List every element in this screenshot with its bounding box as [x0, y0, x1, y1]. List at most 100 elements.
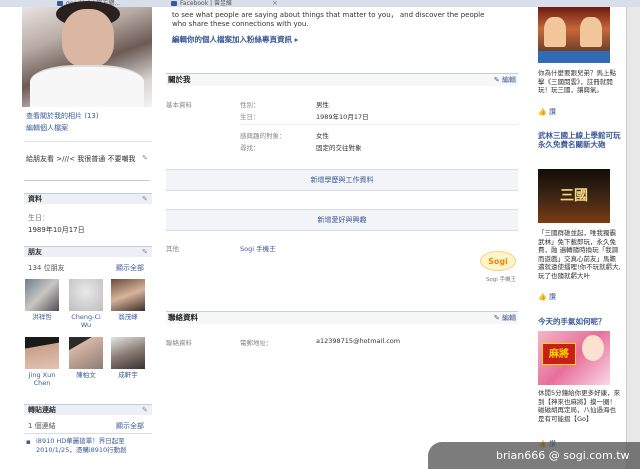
link-item[interactable]: i8910 HD華麗搶單！界日起至 2010/1/25，憑購i8910行動創 [36, 437, 152, 455]
looking-for-value: 固定的交往對象 [316, 144, 362, 152]
add-hobbies-label: 新增愛好與興趣 [317, 216, 367, 224]
contact-section-header: 聯絡資料 ✎ 編輯 [166, 311, 518, 324]
gender-label: 性別： [240, 101, 260, 109]
email-label: 電郵地址： [240, 339, 273, 347]
friend-name: 陳柏文 [76, 371, 96, 379]
ad-1-text: 你為什麼要跟兒弟？馬上點擊《三國閱雲》，註冊就開玩！玩三國，讓興氣。 [538, 69, 616, 94]
edit-profile-link[interactable]: 編輯個人檔案 [26, 123, 68, 133]
add-education-work-button[interactable]: 新增學歷與工作資料 [166, 169, 518, 191]
links-box-title: 轉貼連結 [28, 406, 56, 414]
friend-name: 翁茂峰 [118, 313, 138, 321]
ad-table-shape [538, 51, 610, 63]
vertical-scrollbar[interactable] [626, 7, 640, 469]
browser-tab-title: Facebook | 曾昱維 [180, 0, 233, 7]
edit-links-pencil-icon[interactable]: ✎ [142, 406, 148, 414]
friends-box-title: 朋友 [28, 248, 42, 256]
shirt-shape [30, 65, 144, 107]
add-education-label: 新增學歷與工作資料 [310, 176, 374, 184]
sogi-logo-caption: Sogi 手機王 [485, 277, 517, 283]
info-birthday-label: 生日： [28, 214, 49, 222]
info-box-title: 資料 [28, 195, 42, 203]
friend-item[interactable]: Jing Xun Chen [24, 337, 60, 387]
sogi-page-link[interactable]: Sogi 手機王 [240, 243, 276, 253]
about-section-header: 關於我 ✎ 編輯 [166, 73, 518, 86]
interested-in-label: 感興趣的對象： [240, 132, 286, 140]
other-label: 其他 [166, 245, 179, 253]
pencil-icon: ✎ [493, 314, 502, 322]
about-edit-link[interactable]: ✎ 編輯 [494, 74, 516, 86]
contact-edit-link[interactable]: ✎ 編輯 [494, 312, 516, 324]
ad-image-mahjong[interactable]: 麻將 [538, 331, 610, 385]
ad-2-like[interactable]: 👍 讚 [538, 292, 556, 302]
contact-info-label: 聯絡資料 [166, 339, 192, 347]
divider [24, 433, 152, 434]
birthday-label: 生日： [240, 113, 260, 121]
edit-fan-pages-link[interactable]: 編輯你的個人檔案加入粉絲專頁資訊 ▸ [172, 35, 512, 44]
links-see-all-link[interactable]: 顯示全部 [116, 421, 144, 431]
ad-figure-shape [544, 17, 566, 47]
edit-info-pencil-icon[interactable]: ✎ [142, 195, 148, 203]
friend-item[interactable]: 陳柏文 [68, 337, 104, 379]
ad-1-like[interactable]: 👍 讚 [538, 107, 556, 117]
facebook-favicon-icon [171, 1, 177, 6]
info-birthday-value: 1989年10月17日 [28, 226, 85, 234]
gender-value: 男性 [316, 101, 329, 109]
ad-mahjong-badge: 麻將 [542, 343, 576, 365]
sogi-logo[interactable]: Sogi [480, 251, 516, 271]
ad-3-image-text: 麻將 [549, 349, 569, 360]
looking-for-label: 尋找： [240, 144, 260, 152]
friend-name: 成軒宇 [118, 371, 138, 379]
links-box-header: 轉貼連結 [24, 404, 152, 415]
friend-avatar [111, 337, 145, 369]
link-item-icon: ▪ [26, 438, 31, 446]
contact-edit-label: 編輯 [502, 314, 516, 322]
ad-2-title[interactable]: 武林三國上線上學館可玩永久免費名關新大砲 [538, 131, 622, 149]
edit-status-pencil-icon[interactable]: ✎ [142, 154, 148, 162]
links-count: 1 個連結 [28, 422, 56, 430]
divider [240, 124, 518, 125]
profile-photo[interactable] [22, 1, 152, 107]
friend-name: 洪祥哲 [32, 313, 52, 321]
friend-name: Jing Xun Chen [28, 371, 56, 387]
friend-item[interactable]: 成軒宇 [110, 337, 146, 379]
browser-tab-facebook[interactable]: Facebook | 曾昱維 [170, 0, 280, 7]
ad-1-like-label: 讚 [548, 108, 556, 116]
friends-see-all-link[interactable]: 顯示全部 [116, 263, 144, 273]
ad-2-like-label: 讚 [548, 293, 556, 301]
about-title: 關於我 [168, 75, 191, 84]
friend-avatar [111, 279, 145, 311]
ad-2-text: 「三國群雄並起，唯我獨霸武林」免下載即玩，永久免費，融 遍轉隨時換玩「我調而遊戲… [538, 229, 621, 280]
status-message[interactable]: 給朋友看 >///< 我很普通 不要嘲我 [24, 153, 150, 181]
edit-friends-pencil-icon[interactable]: ✎ [142, 248, 148, 256]
friends-count: 134 位朋友 [28, 264, 65, 272]
interested-in-value: 女性 [316, 132, 329, 140]
ad-image-three-kingdoms-1[interactable] [538, 7, 610, 63]
close-tab-icon[interactable]: × [272, 0, 278, 7]
friend-avatar [25, 337, 59, 369]
friend-item[interactable]: Cheng-Ci Wu [68, 279, 104, 329]
about-edit-label: 編輯 [502, 76, 516, 84]
pencil-icon: ✎ [493, 76, 502, 84]
watermark: brian666 @ sogi.com.tw [428, 442, 640, 469]
thumbs-up-icon: 👍 [538, 293, 549, 301]
face-shape [62, 9, 114, 67]
add-hobbies-button[interactable]: 新增愛好與興趣 [166, 209, 518, 231]
friend-name: Cheng-Ci Wu [71, 313, 101, 329]
friends-box-header: 朋友 [24, 246, 152, 257]
info-box-header: 資料 [24, 193, 152, 204]
email-value[interactable]: a12398715@hotmail.com [316, 337, 400, 345]
intro-line-1: to see what people are saying about thin… [172, 11, 485, 19]
ad-2-image-text: 三國 [560, 188, 588, 204]
birthday-value: 1989年10月17日 [316, 113, 369, 121]
friend-item[interactable]: 洪祥哲 [24, 279, 60, 321]
friend-item[interactable]: 翁茂峰 [110, 279, 146, 321]
friend-avatar [25, 279, 59, 311]
contact-title: 聯絡資料 [168, 313, 198, 322]
intro-box: to see what people are saying about thin… [172, 11, 512, 44]
ad-3-title[interactable]: 今天的手氣如何呢？ [538, 317, 622, 326]
ad-girl-face-shape [582, 335, 604, 361]
friend-avatar [69, 279, 103, 311]
view-photos-link[interactable]: 查看關於我的相片 (13) [26, 111, 99, 121]
ad-image-three-kingdoms-2[interactable]: 三國 [538, 169, 610, 223]
thumbs-up-icon: 👍 [538, 108, 549, 116]
